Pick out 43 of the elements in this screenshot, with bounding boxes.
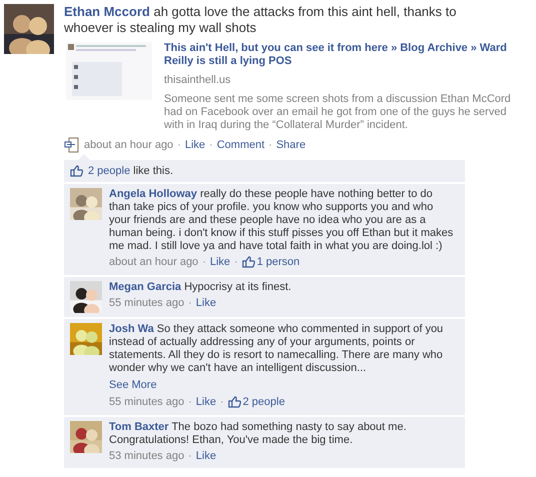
separator: · [176,138,182,152]
like-count-link[interactable]: 2 people [242,394,285,410]
separator: · [268,138,274,152]
like-link[interactable]: Like [196,394,216,410]
action-link[interactable]: Comment [216,136,265,153]
like-link[interactable]: Like [210,254,230,270]
like-link[interactable]: Like [196,294,216,311]
comment-time: 55 minutes ago [109,395,184,410]
action-link[interactable]: Share [276,136,306,153]
like-link[interactable]: Like [196,448,216,464]
commenter-link[interactable]: Tom Baxter [109,420,169,432]
separator: · [187,448,193,464]
post-time: about an hour ago [84,138,174,152]
comment-time: 55 minutes ago [109,296,184,310]
commenter-link[interactable]: Josh Wa [109,322,154,334]
like-count-link[interactable]: 1 person [256,254,300,270]
comment-text: Josh Wa So they attack someone who commented in support of you instead of actually addressing any of your arguments, points or statements. All they do is resort to namecalling. There are many who wonder why we can't have an intelligent discussion... [109,322,444,374]
comment-text: Megan Garcia Hypocrisy at its finest. [109,280,292,294]
see-more-link[interactable]: See More [109,376,157,393]
like-icon [70,165,83,177]
separator: · [187,296,193,310]
separator: · [233,255,239,270]
status-text: Ethan Mccord ah gotta love the attacks from this aint hell, thanks to whoever is stealing my wall shots [64,4,458,36]
link-icon [64,136,80,153]
comment-text: Tom Baxter The bozo had something nasty to say about me. Congratulations! Ethan, You've made the big time. [109,420,408,446]
comment-time: 53 minutes ago [109,448,184,464]
separator: · [201,255,207,270]
link-domain: thisainthell.us [164,73,232,88]
like-icon [228,396,241,408]
separator: · [219,395,225,410]
action-link[interactable]: Like [184,136,206,153]
link-description: Someone sent me some screen shots from a discussion Ethan McCord had on Facebook over an email he got from one of the guys he served with in Iraq during the “Collateral Murder” incident. [164,92,512,132]
commenter-link[interactable]: Angela Holloway [109,188,198,200]
link-title[interactable]: This ain't Hell, but you can see it from here » Blog Archive » Ward Reilly is still a lying POS [164,42,514,68]
comment-time: about an hour ago [109,255,198,270]
separator: · [208,138,214,152]
comment-text: Angela Holloway really do these people have nothing better to do than take pics of your profile. you know who supports you and who your friends are and these people have no idea who you are as a human being. i don't know if this stuff pisses you off Ethan but it makes me mad. I still love ya and have total faith in what you are doing.lol :) [109,188,454,253]
separator: · [187,395,193,410]
likes-link[interactable]: 2 people [88,164,130,177]
likes-text: 2 people like this. [88,164,174,179]
commenter-link[interactable]: Megan Garcia [109,280,182,292]
author-link[interactable]: Ethan Mccord [64,4,150,19]
like-icon [242,256,255,268]
